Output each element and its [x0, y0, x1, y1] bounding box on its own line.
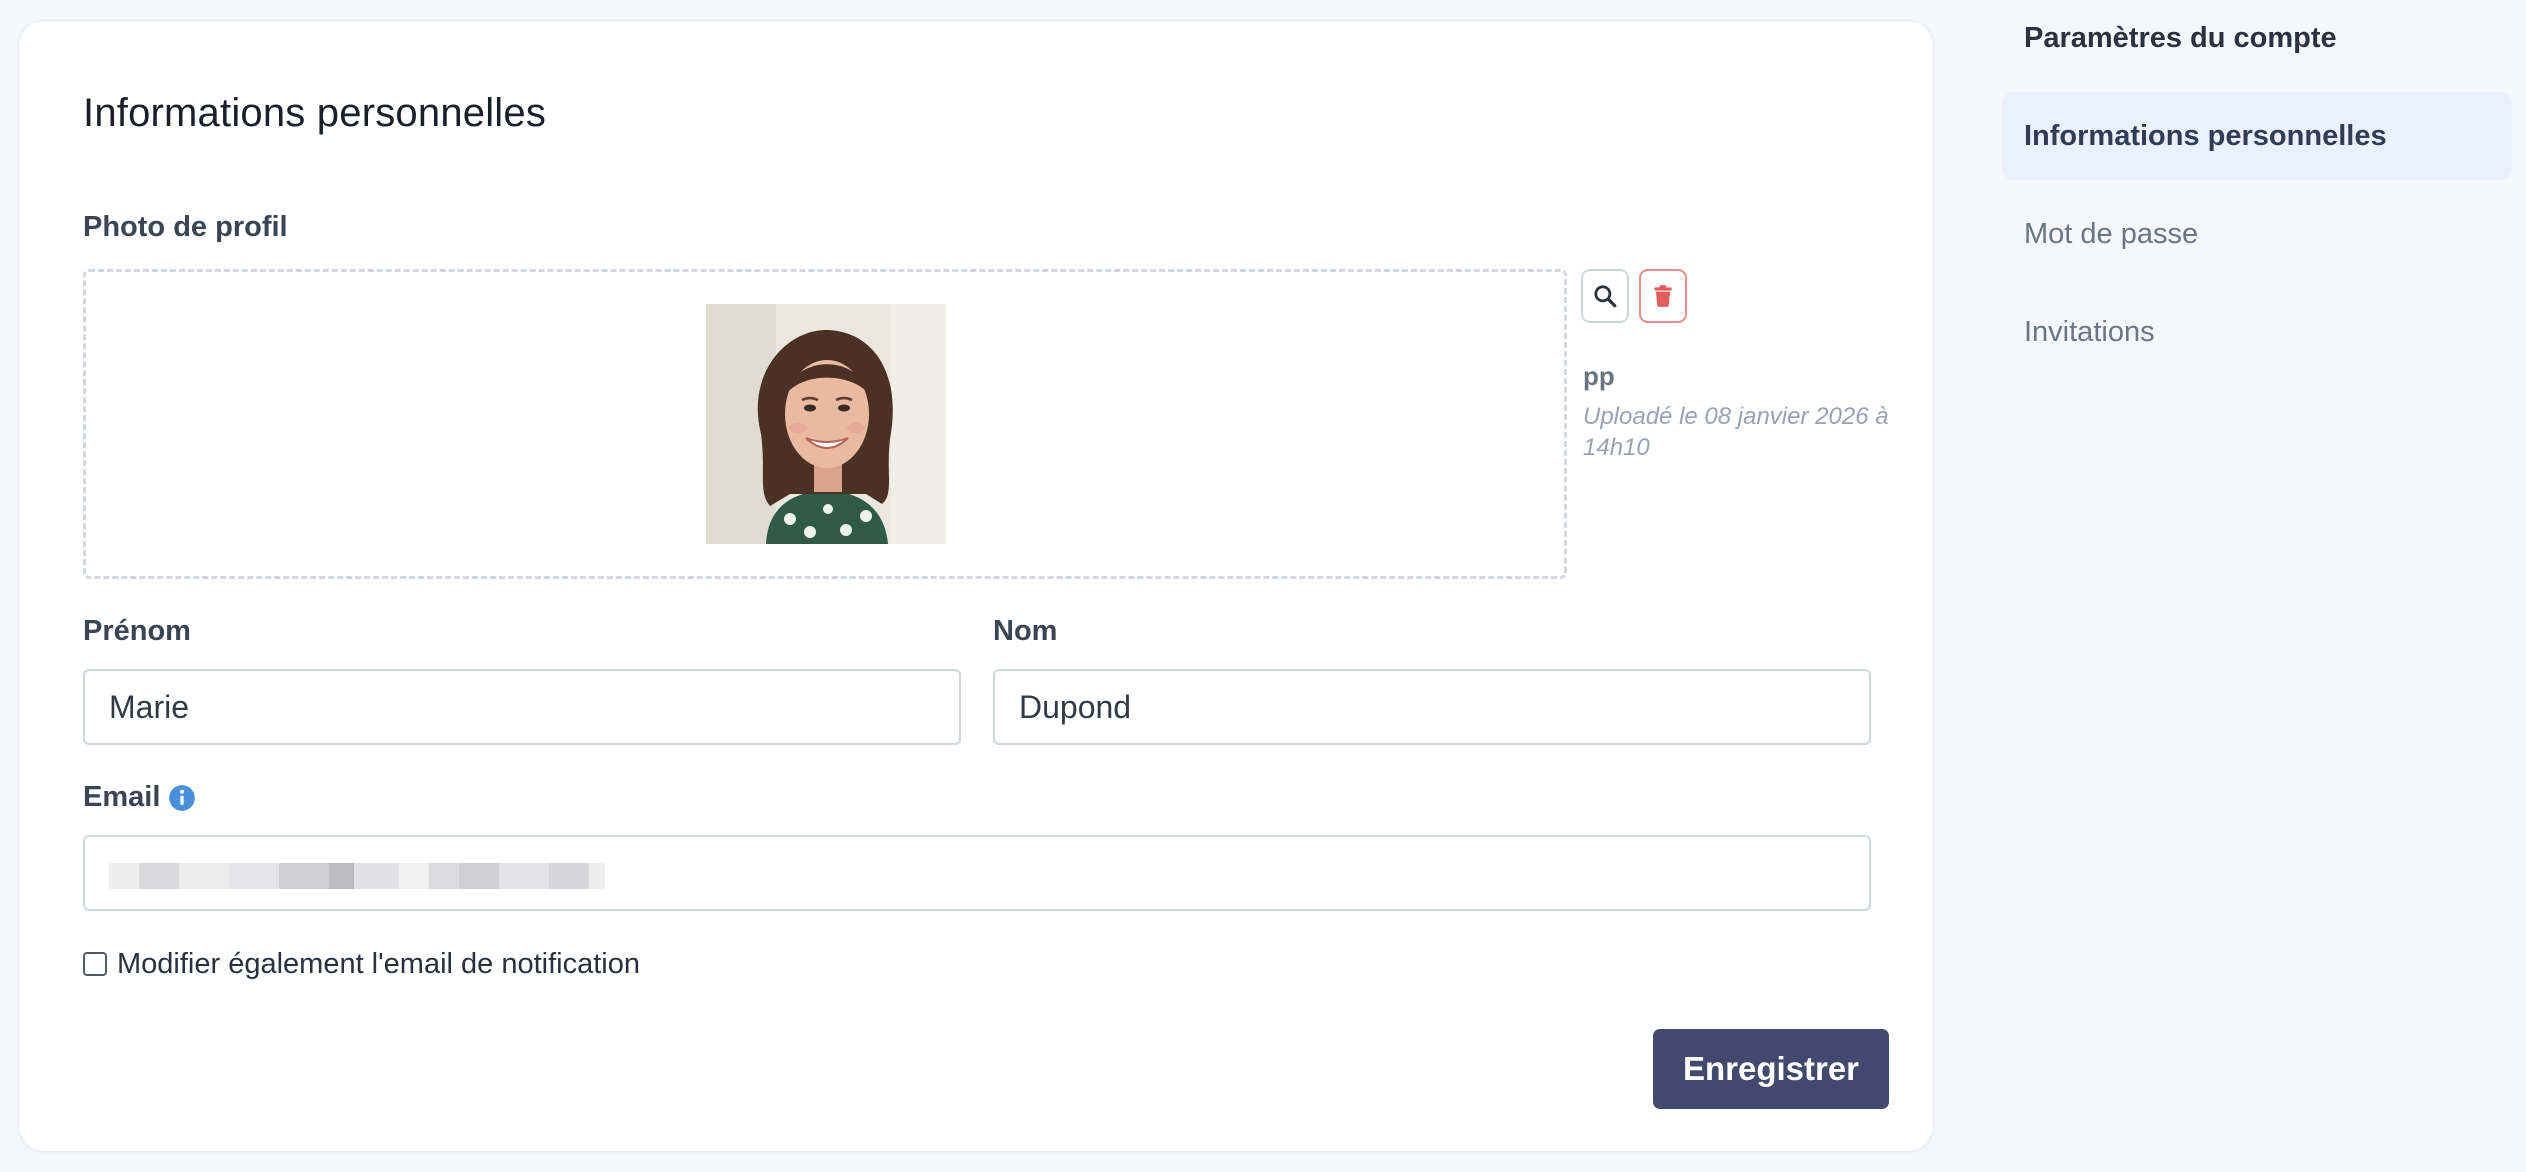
sidebar-item-label: Informations personnelles — [2024, 119, 2387, 152]
first-name-input[interactable] — [83, 669, 961, 745]
sidebar-title: Paramètres du compte — [2024, 22, 2337, 54]
email-label: Email — [83, 781, 161, 813]
profile-photo — [706, 304, 946, 544]
trash-icon — [1654, 285, 1672, 307]
email-label-row: Email — [83, 781, 196, 814]
account-settings-page: Informations personnelles Photo de profi… — [0, 0, 2526, 1172]
sidebar-item-password[interactable]: Mot de passe — [2002, 190, 2512, 278]
email-input[interactable] — [83, 835, 1871, 911]
sidebar-item-invitations[interactable]: Invitations — [2002, 288, 2512, 376]
magnifier-icon — [1594, 285, 1617, 308]
profile-photo-image — [706, 304, 946, 544]
photo-dropzone[interactable] — [83, 269, 1567, 579]
sidebar-item-label: Invitations — [2024, 315, 2155, 348]
sidebar-item-label: Mot de passe — [2024, 217, 2199, 250]
notify-email-option[interactable]: Modifier également l'email de notificati… — [83, 947, 640, 981]
personal-info-card: Informations personnelles Photo de profi… — [18, 20, 1934, 1152]
photo-label: Photo de profil — [83, 211, 288, 243]
info-icon[interactable] — [168, 784, 196, 812]
zoom-photo-button[interactable] — [1581, 269, 1629, 323]
last-name-label: Nom — [993, 615, 1058, 647]
email-redacted-value — [109, 863, 605, 889]
first-name-label: Prénom — [83, 615, 191, 647]
photo-upload-date: Uploadé le 08 janvier 2026 à 14h10 — [1583, 403, 1889, 461]
notify-email-checkbox[interactable] — [83, 952, 107, 976]
photo-file-name: pp — [1583, 361, 1615, 391]
sidebar-item-personal-info[interactable]: Informations personnelles — [2002, 92, 2512, 180]
save-button[interactable]: Enregistrer — [1653, 1029, 1889, 1109]
last-name-input[interactable] — [993, 669, 1871, 745]
notify-email-label: Modifier également l'email de notificati… — [117, 947, 640, 980]
delete-photo-button[interactable] — [1639, 269, 1687, 323]
card-title: Informations personnelles — [83, 91, 547, 135]
